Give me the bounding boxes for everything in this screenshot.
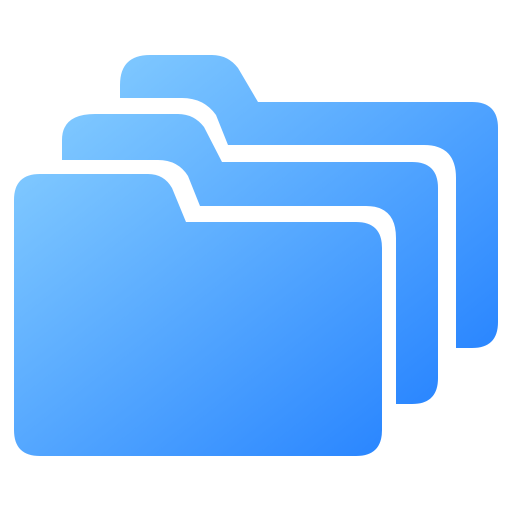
folders-icon — [0, 0, 512, 512]
folders-graphic — [0, 55, 498, 470]
